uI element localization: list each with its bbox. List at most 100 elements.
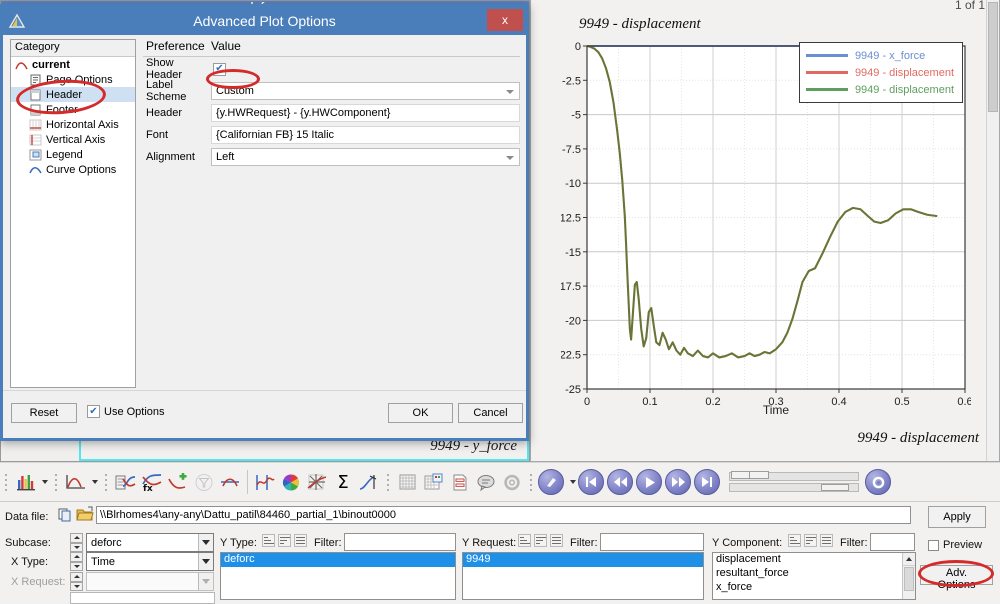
y-request-filter-input[interactable] xyxy=(600,533,704,551)
scrollbar-thumb[interactable] xyxy=(904,567,914,591)
pref-dropdown[interactable]: Custom xyxy=(211,82,520,100)
subcase-stepper-down[interactable] xyxy=(70,542,83,552)
animation-handle-upper[interactable] xyxy=(731,471,769,479)
list-item[interactable]: resultant_force xyxy=(713,567,915,581)
chevron-down-icon[interactable] xyxy=(506,90,514,94)
list-item[interactable]: x_force xyxy=(713,581,915,595)
cancel-button[interactable]: Cancel xyxy=(458,403,523,423)
list-item[interactable]: deforc xyxy=(221,553,455,567)
vector-icon[interactable] xyxy=(356,468,382,496)
use-options-checkbox[interactable]: ✔ Use Options xyxy=(87,405,165,418)
x-type-dropdown[interactable]: Time xyxy=(86,552,214,571)
close-icon[interactable]: x xyxy=(487,9,523,31)
y-type-listbox[interactable]: deforc xyxy=(220,552,456,600)
anim-settings-button[interactable] xyxy=(865,469,891,495)
anim-mode-icon[interactable] xyxy=(538,469,564,495)
y-type-items[interactable]: deforc xyxy=(221,553,455,567)
category-tree[interactable]: current Page Options Header Footer Horizonta… xyxy=(11,57,135,177)
plot-axes[interactable]: 0-2.5-5-7.5-10-12.5-15-17.5-20-22.5-2500… xyxy=(561,40,971,415)
adv-options-button[interactable]: Adv. Options xyxy=(920,565,993,591)
subcase-stepper[interactable] xyxy=(70,533,83,552)
toolbar-grip-2[interactable] xyxy=(53,470,60,494)
category-item-header[interactable]: Header xyxy=(11,87,135,102)
chevron-down-icon[interactable] xyxy=(198,534,213,551)
scrollbar-thumb[interactable] xyxy=(988,2,998,112)
y-component-scrollbar[interactable] xyxy=(902,553,915,599)
open-folder-icon[interactable] xyxy=(76,506,94,523)
grid-icon[interactable] xyxy=(395,468,421,496)
subcase-dropdown[interactable]: deforc xyxy=(86,533,214,552)
pref-dropdown[interactable]: Left xyxy=(211,148,520,166)
sort-ascending-icon[interactable] xyxy=(262,534,275,547)
copy-file-icon[interactable] xyxy=(58,507,74,523)
sort-default-icon[interactable] xyxy=(550,534,563,547)
x-request-stepper[interactable] xyxy=(70,572,83,591)
category-item-page-options[interactable]: Page Options xyxy=(11,72,135,87)
toolbar-grip-3[interactable] xyxy=(103,470,110,494)
y-component-items[interactable]: displacement resultant_force x_force xyxy=(713,553,915,595)
filter-curve-icon[interactable] xyxy=(191,468,217,496)
x-request-stepper-up[interactable] xyxy=(70,572,83,582)
category-item-legend[interactable]: Legend xyxy=(11,147,135,162)
play-button[interactable] xyxy=(636,469,662,495)
category-item-vertical-axis[interactable]: Vertical Axis xyxy=(11,132,135,147)
x-request-dropdown[interactable] xyxy=(86,572,214,591)
anim-mode-dropdown-icon[interactable] xyxy=(567,468,578,496)
sum-icon[interactable]: Σ xyxy=(330,468,356,496)
define-curves-icon[interactable] xyxy=(113,468,139,496)
sort-default-icon[interactable] xyxy=(294,534,307,547)
chart-legend[interactable]: 9949 - x_force 9949 - displacement 9949 - … xyxy=(798,42,963,103)
rewind-button[interactable] xyxy=(607,469,633,495)
scroll-up-icon[interactable] xyxy=(903,553,915,566)
curve-edit-icon[interactable] xyxy=(252,468,278,496)
x-type-stepper[interactable] xyxy=(70,552,83,571)
sort-descending-icon[interactable] xyxy=(278,534,291,547)
y-component-listbox[interactable]: displacement resultant_force x_force xyxy=(712,552,916,600)
sort-default-icon[interactable] xyxy=(820,534,833,547)
apply-button[interactable]: Apply xyxy=(928,506,986,528)
axis-star-icon[interactable] xyxy=(304,468,330,496)
toolbar-grip-4[interactable] xyxy=(385,470,392,494)
note-icon[interactable] xyxy=(447,468,473,496)
last-frame-button[interactable] xyxy=(694,469,720,495)
preview-checkbox[interactable]: Preview xyxy=(928,539,982,551)
new-plot-icon[interactable] xyxy=(63,468,89,496)
legend-entry[interactable]: 9949 - displacement xyxy=(805,64,954,81)
list-item[interactable]: displacement xyxy=(713,553,915,567)
x-type-stepper-down[interactable] xyxy=(70,561,83,571)
build-plots-icon[interactable] xyxy=(13,468,39,496)
sort-descending-icon[interactable] xyxy=(804,534,817,547)
ok-button[interactable]: OK xyxy=(388,403,453,423)
color-wheel-icon[interactable] xyxy=(278,468,304,496)
category-item-current[interactable]: current xyxy=(11,57,135,72)
pref-text-input[interactable]: {Californian FB} 15 Italic xyxy=(211,126,520,144)
plot-vertical-scrollbar[interactable] xyxy=(986,0,999,461)
y-request-items[interactable]: 9949 xyxy=(463,553,703,567)
forward-button[interactable] xyxy=(665,469,691,495)
sort-ascending-icon[interactable] xyxy=(788,534,801,547)
cross-plot-icon[interactable] xyxy=(217,468,243,496)
y-type-filter-input[interactable] xyxy=(344,533,456,551)
x-component-row-partial[interactable] xyxy=(70,592,215,604)
pref-text-input[interactable]: {y.HWRequest} - {y.HWComponent} xyxy=(211,104,520,122)
first-frame-button[interactable] xyxy=(578,469,604,495)
reset-button[interactable]: Reset xyxy=(11,403,77,423)
toolbar-grip-5[interactable] xyxy=(528,470,535,494)
animation-handle-lower[interactable] xyxy=(821,484,849,491)
build-plots-dropdown-icon[interactable] xyxy=(39,468,50,496)
chevron-down-icon[interactable] xyxy=(198,573,213,590)
category-item-footer[interactable]: Footer xyxy=(11,102,135,117)
toolbar-grip[interactable] xyxy=(3,470,10,494)
dialog-titlebar[interactable]: Advanced Plot Options x xyxy=(3,7,526,35)
math-curve-icon[interactable]: fx xyxy=(139,468,165,496)
legend-entry[interactable]: 9949 - displacement xyxy=(805,81,954,98)
chevron-down-icon[interactable] xyxy=(198,553,213,570)
chevron-down-icon[interactable] xyxy=(506,156,514,160)
comment-icon[interactable] xyxy=(473,468,499,496)
grid-note-icon[interactable] xyxy=(421,468,447,496)
y-request-listbox[interactable]: 9949 xyxy=(462,552,704,600)
show-header-checkbox[interactable]: ✔ xyxy=(213,62,226,76)
category-item-horizontal-axis[interactable]: Horizontal Axis xyxy=(11,117,135,132)
settings-icon[interactable] xyxy=(499,468,525,496)
subcase-stepper-up[interactable] xyxy=(70,533,83,543)
